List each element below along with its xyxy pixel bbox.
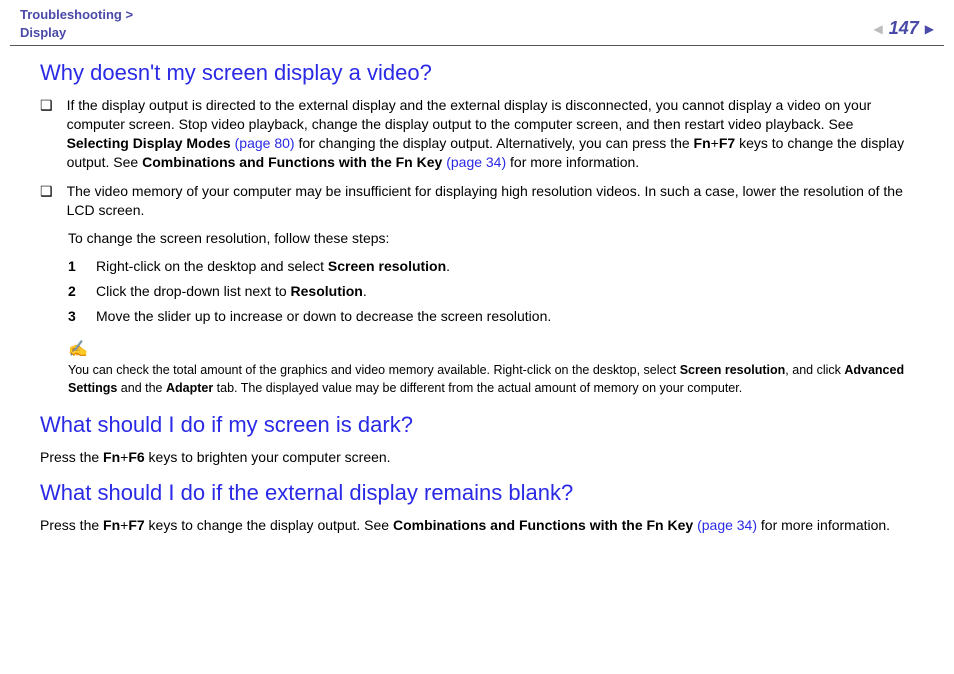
section-heading-dark: What should I do if my screen is dark? [40, 412, 914, 438]
step-2: 2 Click the drop-down list next to Resol… [68, 281, 914, 302]
note-icon: ✍ [68, 339, 914, 359]
steps-intro: To change the screen resolution, follow … [68, 229, 914, 248]
step-text: Click the drop-down list next to Resolut… [96, 281, 367, 302]
prev-page-icon[interactable]: ◀ [873, 23, 882, 35]
section-heading-video: Why doesn't my screen display a video? [40, 60, 914, 86]
list-item: ❑ The video memory of your computer may … [40, 182, 914, 220]
step-3: 3 Move the slider up to increase or down… [68, 306, 914, 327]
paragraph: Press the Fn+F6 keys to brighten your co… [40, 448, 914, 467]
note-text: You can check the total amount of the gr… [68, 361, 914, 397]
page-header: Troubleshooting > Display ◀ 147 ▶ [0, 0, 954, 45]
page-number-nav: ◀ 147 ▶ [873, 6, 934, 39]
link-page-34[interactable]: (page 34) [446, 154, 506, 170]
bullet-icon: ❑ [40, 96, 53, 115]
bullet-icon: ❑ [40, 182, 53, 201]
step-number: 1 [68, 256, 82, 277]
breadcrumb: Troubleshooting > Display [20, 6, 133, 41]
bullet-text: If the display output is directed to the… [67, 96, 914, 172]
paragraph: Press the Fn+F7 keys to change the displ… [40, 516, 914, 535]
breadcrumb-subsection: Display [20, 25, 66, 40]
next-page-icon[interactable]: ▶ [925, 23, 934, 35]
breadcrumb-section: Troubleshooting [20, 7, 122, 22]
bullet-text: The video memory of your computer may be… [67, 182, 914, 220]
link-page-80[interactable]: (page 80) [235, 135, 295, 151]
link-page-34[interactable]: (page 34) [697, 517, 757, 533]
page-number: 147 [889, 18, 919, 39]
page-content: Why doesn't my screen display a video? ❑… [0, 60, 954, 535]
step-number: 3 [68, 306, 82, 327]
list-item: ❑ If the display output is directed to t… [40, 96, 914, 172]
step-text: Move the slider up to increase or down t… [96, 306, 551, 327]
step-number: 2 [68, 281, 82, 302]
section-heading-external-blank: What should I do if the external display… [40, 480, 914, 506]
breadcrumb-separator: > [125, 7, 133, 22]
header-divider [10, 45, 944, 46]
step-text: Right-click on the desktop and select Sc… [96, 256, 450, 277]
step-1: 1 Right-click on the desktop and select … [68, 256, 914, 277]
